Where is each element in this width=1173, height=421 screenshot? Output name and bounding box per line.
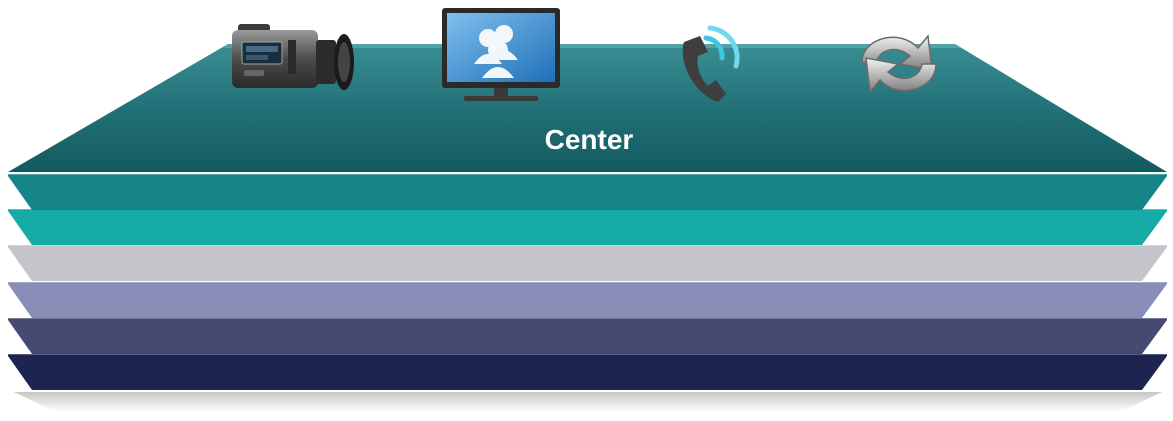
monitor-users-icon: [442, 8, 560, 101]
layer-stack-diagram: Center: [8, 8, 1167, 412]
layers-group: [8, 173, 1167, 390]
sync-arrows-icon: [861, 34, 937, 94]
center-label: Center: [545, 124, 634, 155]
video-camera-icon: [232, 24, 354, 90]
layer-3: [8, 209, 1167, 245]
layer-5: [8, 282, 1167, 318]
layer-4: [8, 245, 1167, 281]
layer-2: [8, 174, 1167, 210]
stack-shadow: [14, 392, 1162, 412]
layer-7-bottom: [8, 354, 1167, 390]
layer-6: [8, 318, 1167, 354]
